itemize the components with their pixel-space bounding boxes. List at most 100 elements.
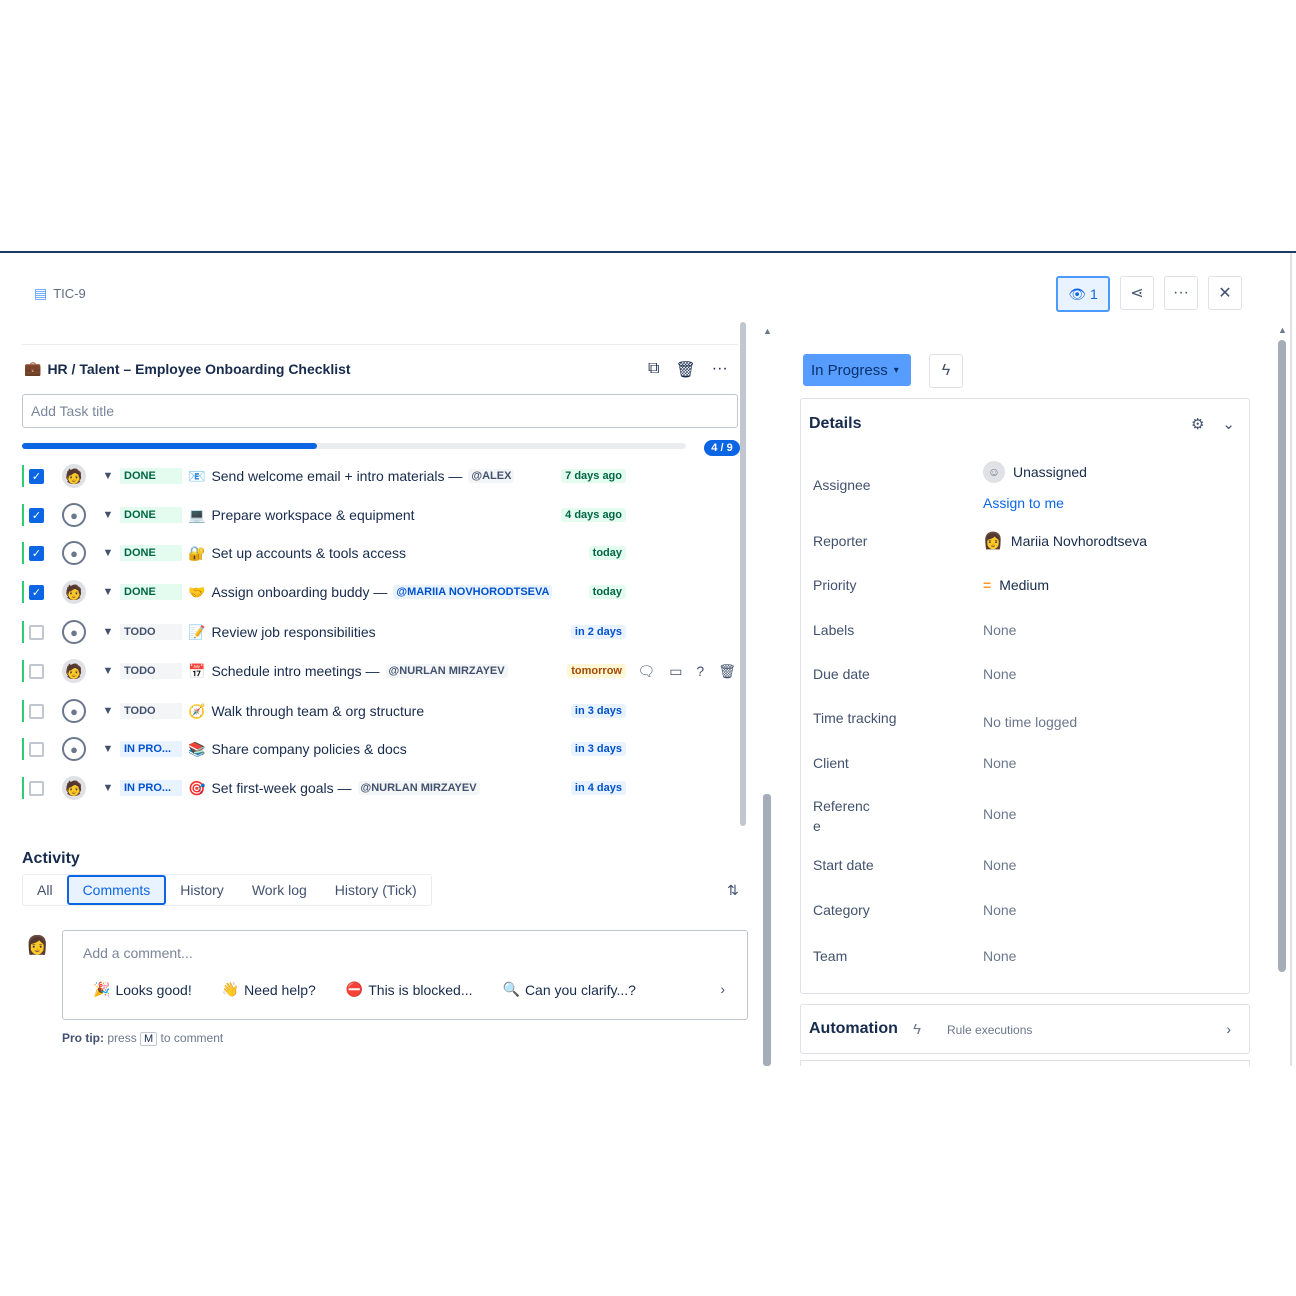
task-title[interactable]: 📝 Review job responsibilities <box>188 624 376 641</box>
more-icon[interactable]: ··· <box>712 360 728 380</box>
scroll-up-arrow-icon[interactable]: ▲ <box>763 326 772 336</box>
gear-icon[interactable]: ⚙ <box>1191 415 1204 433</box>
task-status[interactable]: DONE <box>120 507 182 523</box>
chevron-down-icon[interactable]: ▼ <box>100 586 116 598</box>
user-avatar[interactable]: 🧑 <box>62 776 86 800</box>
task-mention[interactable]: @NURLAN MIRZAYEV <box>357 781 480 795</box>
client-value[interactable]: None <box>983 755 1016 771</box>
sidebar-scroll-up-icon[interactable]: ▲ <box>1278 325 1287 335</box>
default-avatar-icon[interactable]: ● <box>62 620 86 644</box>
checklist-scrollbar[interactable] <box>740 322 746 826</box>
quick-reply-need-help[interactable]: 👋 Need help? <box>222 981 316 998</box>
link-icon[interactable]: ▭ <box>669 663 682 680</box>
default-avatar-icon[interactable]: ● <box>62 699 86 723</box>
issue-key[interactable]: ▤ TIC-9 <box>34 285 86 302</box>
tab-work-log[interactable]: Work log <box>238 875 321 905</box>
add-task-input[interactable]: Add Task title <box>22 394 738 428</box>
chevron-down-icon[interactable]: ▼ <box>100 470 116 482</box>
trash-icon[interactable]: 🗑 <box>675 360 695 380</box>
sort-icon[interactable]: ⇅ <box>727 882 739 899</box>
sidebar-scrollbar[interactable] <box>1278 340 1286 972</box>
task-row[interactable]: ● ▼ TODO 🧭 Walk through team & org structure… <box>22 693 742 729</box>
user-avatar[interactable]: 🧑 <box>62 464 86 488</box>
task-title[interactable]: 📧 Send welcome email + intro materials — @… <box>188 468 515 485</box>
task-status[interactable]: TODO <box>120 624 182 640</box>
automation-panel[interactable]: Automation ϟ Rule executions › <box>800 1004 1250 1054</box>
task-title[interactable]: 💻 Prepare workspace & equipment <box>188 507 415 524</box>
tab-history[interactable]: History <box>166 875 238 905</box>
task-checkbox[interactable] <box>29 741 44 757</box>
main-scrollbar[interactable] <box>763 794 771 1066</box>
task-row[interactable]: ● ▼ TODO 📝 Review job responsibilities in 2 d… <box>22 614 742 650</box>
watch-button[interactable]: 👁 1 <box>1056 276 1110 312</box>
tab-history-tick[interactable]: History (Tick) <box>321 875 431 905</box>
reporter-value[interactable]: 👩 Mariia Novhorodtseva <box>983 531 1147 551</box>
assign-to-me-link[interactable]: Assign to me <box>983 495 1064 511</box>
task-title[interactable]: 📚 Share company policies & docs <box>188 741 407 758</box>
task-title[interactable]: 🔐 Set up accounts & tools access <box>188 545 406 562</box>
task-status[interactable]: DONE <box>120 545 182 561</box>
task-row[interactable]: ✓ ● ▼ DONE 💻 Prepare workspace & equipment 4 d… <box>22 497 742 533</box>
comment-icon[interactable]: 🗨 <box>637 663 655 680</box>
task-status[interactable]: IN PRO... <box>120 780 182 796</box>
chevron-down-icon[interactable]: ▼ <box>100 665 116 677</box>
priority-value[interactable]: = Medium <box>983 577 1049 593</box>
task-title[interactable]: 📅 Schedule intro meetings — @NURLAN MIRZAY… <box>188 663 508 680</box>
task-status[interactable]: TODO <box>120 703 182 719</box>
team-value[interactable]: None <box>983 948 1016 964</box>
task-mention[interactable]: @MARIIA NOVHORODTSEVA <box>393 585 553 599</box>
task-title[interactable]: 🎯 Set first-week goals — @NURLAN MIRZAYEV <box>188 780 480 797</box>
task-checkbox[interactable]: ✓ <box>29 468 44 484</box>
chevron-down-icon[interactable]: ⌄ <box>1222 415 1235 433</box>
task-title[interactable]: 🧭 Walk through team & org structure <box>188 703 424 720</box>
task-title[interactable]: 🤝 Assign onboarding buddy — @MARIIA NOVHOR… <box>188 584 553 601</box>
quick-reply-looks-good[interactable]: 🎉 Looks good! <box>93 981 192 998</box>
comment-box[interactable]: Add a comment... 🎉 Looks good! 👋 Need help… <box>62 930 748 1020</box>
task-row[interactable]: ✓ 🧑 ▼ DONE 📧 Send welcome email + intro mater… <box>22 458 742 494</box>
task-mention[interactable]: @NURLAN MIRZAYEV <box>385 664 508 678</box>
task-status[interactable]: IN PRO... <box>120 741 182 757</box>
task-row[interactable]: 🧑 ▼ IN PRO... 🎯 Set first-week goals — @NURLA… <box>22 770 742 806</box>
task-checkbox[interactable] <box>29 624 44 640</box>
task-status[interactable]: DONE <box>120 468 182 484</box>
help-icon[interactable]: ? <box>696 663 704 680</box>
task-row[interactable]: 🧑 ▼ TODO 📅 Schedule intro meetings — @NURLAN … <box>22 653 742 689</box>
tab-comments[interactable]: Comments <box>66 875 167 905</box>
share-button[interactable]: ⋖ <box>1120 276 1154 310</box>
task-status[interactable]: TODO <box>120 663 182 679</box>
trash-icon[interactable]: 🗑 <box>718 663 736 680</box>
task-checkbox[interactable] <box>29 780 44 796</box>
category-value[interactable]: None <box>983 902 1016 918</box>
comment-input[interactable]: Add a comment... <box>83 945 193 961</box>
task-checkbox[interactable]: ✓ <box>29 507 44 523</box>
task-checkbox[interactable]: ✓ <box>29 584 44 600</box>
chevron-right-icon[interactable]: › <box>720 981 725 997</box>
task-mention[interactable]: @ALEX <box>468 469 515 483</box>
task-status[interactable]: DONE <box>120 584 182 600</box>
task-checkbox[interactable] <box>29 663 44 679</box>
task-row[interactable]: ✓ 🧑 ▼ DONE 🤝 Assign onboarding buddy — @MARIIA… <box>22 574 742 610</box>
assignee-value[interactable]: ☺ Unassigned <box>983 461 1087 483</box>
chevron-down-icon[interactable]: ▼ <box>100 547 116 559</box>
default-avatar-icon[interactable]: ● <box>62 503 86 527</box>
more-actions-button[interactable]: ··· <box>1164 276 1198 310</box>
chevron-down-icon[interactable]: ▼ <box>100 743 116 755</box>
task-checkbox[interactable] <box>29 703 44 719</box>
task-row[interactable]: ✓ ● ▼ DONE 🔐 Set up accounts & tools access to… <box>22 535 742 571</box>
task-row[interactable]: ● ▼ IN PRO... 📚 Share company policies & doc… <box>22 731 742 767</box>
user-avatar[interactable]: 🧑 <box>62 659 86 683</box>
chevron-down-icon[interactable]: ▼ <box>100 626 116 638</box>
chevron-down-icon[interactable]: ▼ <box>100 705 116 717</box>
chevron-down-icon[interactable]: ▼ <box>100 782 116 794</box>
user-avatar[interactable]: 🧑 <box>62 580 86 604</box>
chevron-down-icon[interactable]: ▼ <box>100 509 116 521</box>
quick-reply-clarify[interactable]: 🔍 Can you clarify...? <box>503 981 636 998</box>
reference-value[interactable]: None <box>983 806 1016 822</box>
copy-icon[interactable]: ⧉ <box>648 360 659 380</box>
task-checkbox[interactable]: ✓ <box>29 545 44 561</box>
tab-all[interactable]: All <box>23 875 67 905</box>
start-date-value[interactable]: None <box>983 857 1016 873</box>
status-dropdown[interactable]: In Progress ▾ <box>803 354 911 386</box>
close-button[interactable]: ✕ <box>1208 276 1242 310</box>
due-date-value[interactable]: None <box>983 666 1016 682</box>
